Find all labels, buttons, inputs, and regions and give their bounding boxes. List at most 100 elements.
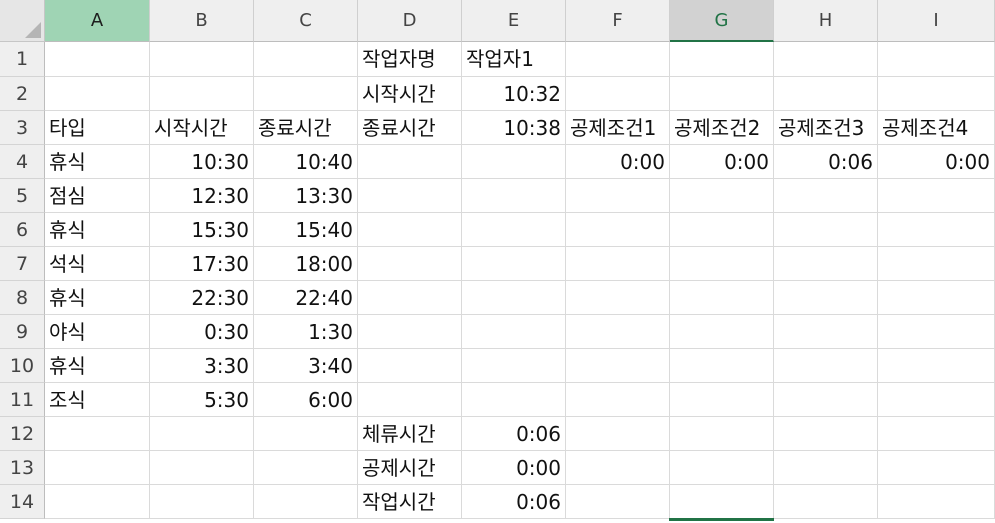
cell-e5[interactable] bbox=[462, 179, 566, 213]
cell-b4[interactable]: 10:30 bbox=[150, 145, 254, 179]
row-header-5[interactable]: 5 bbox=[0, 179, 45, 213]
cell-f8[interactable] bbox=[566, 281, 670, 315]
cell-h12[interactable] bbox=[774, 417, 878, 451]
cell-g6[interactable] bbox=[670, 213, 774, 247]
cell-d14[interactable]: 작업시간 bbox=[358, 485, 462, 519]
cell-a10[interactable]: 휴식 bbox=[45, 349, 150, 383]
cell-a4[interactable]: 휴식 bbox=[45, 145, 150, 179]
cell-a7[interactable]: 석식 bbox=[45, 247, 150, 281]
cell-i12[interactable] bbox=[878, 417, 995, 451]
cell-f5[interactable] bbox=[566, 179, 670, 213]
cell-c4[interactable]: 10:40 bbox=[254, 145, 358, 179]
cell-i2[interactable] bbox=[878, 77, 995, 111]
cell-i10[interactable] bbox=[878, 349, 995, 383]
cell-b9[interactable]: 0:30 bbox=[150, 315, 254, 349]
cell-g5[interactable] bbox=[670, 179, 774, 213]
cell-c14[interactable] bbox=[254, 485, 358, 519]
cell-i11[interactable] bbox=[878, 383, 995, 417]
cell-e7[interactable] bbox=[462, 247, 566, 281]
cell-c3[interactable]: 종료시간 bbox=[254, 111, 358, 145]
cell-e13[interactable]: 0:00 bbox=[462, 451, 566, 485]
row-header-9[interactable]: 9 bbox=[0, 315, 45, 349]
cell-c5[interactable]: 13:30 bbox=[254, 179, 358, 213]
cell-a11[interactable]: 조식 bbox=[45, 383, 150, 417]
cell-b14[interactable] bbox=[150, 485, 254, 519]
cell-b7[interactable]: 17:30 bbox=[150, 247, 254, 281]
cell-c9[interactable]: 1:30 bbox=[254, 315, 358, 349]
cell-h8[interactable] bbox=[774, 281, 878, 315]
cell-d5[interactable] bbox=[358, 179, 462, 213]
column-header-g[interactable]: G bbox=[670, 0, 774, 42]
cell-f12[interactable] bbox=[566, 417, 670, 451]
cell-d1[interactable]: 작업자명 bbox=[358, 42, 462, 77]
cell-g14[interactable] bbox=[670, 485, 774, 519]
cell-e10[interactable] bbox=[462, 349, 566, 383]
cell-c1[interactable] bbox=[254, 42, 358, 77]
row-header-3[interactable]: 3 bbox=[0, 111, 45, 145]
cell-e4[interactable] bbox=[462, 145, 566, 179]
cell-e11[interactable] bbox=[462, 383, 566, 417]
cell-b13[interactable] bbox=[150, 451, 254, 485]
cell-b5[interactable]: 12:30 bbox=[150, 179, 254, 213]
cell-f6[interactable] bbox=[566, 213, 670, 247]
cell-a12[interactable] bbox=[45, 417, 150, 451]
cell-i13[interactable] bbox=[878, 451, 995, 485]
cell-c11[interactable]: 6:00 bbox=[254, 383, 358, 417]
row-header-6[interactable]: 6 bbox=[0, 213, 45, 247]
cell-h10[interactable] bbox=[774, 349, 878, 383]
cell-b2[interactable] bbox=[150, 77, 254, 111]
cell-a5[interactable]: 점심 bbox=[45, 179, 150, 213]
column-header-i[interactable]: I bbox=[878, 0, 995, 42]
cell-e2[interactable]: 10:32 bbox=[462, 77, 566, 111]
cell-b1[interactable] bbox=[150, 42, 254, 77]
row-header-13[interactable]: 13 bbox=[0, 451, 45, 485]
cell-e1[interactable]: 작업자1 bbox=[462, 42, 566, 77]
cell-h13[interactable] bbox=[774, 451, 878, 485]
cell-e8[interactable] bbox=[462, 281, 566, 315]
cell-b6[interactable]: 15:30 bbox=[150, 213, 254, 247]
cell-e9[interactable] bbox=[462, 315, 566, 349]
row-header-14[interactable]: 14 bbox=[0, 485, 45, 519]
cell-b12[interactable] bbox=[150, 417, 254, 451]
cell-c8[interactable]: 22:40 bbox=[254, 281, 358, 315]
cell-i3[interactable]: 공제조건4 bbox=[878, 111, 995, 145]
cell-d11[interactable] bbox=[358, 383, 462, 417]
row-header-10[interactable]: 10 bbox=[0, 349, 45, 383]
cell-g2[interactable] bbox=[670, 77, 774, 111]
cell-h1[interactable] bbox=[774, 42, 878, 77]
cell-d10[interactable] bbox=[358, 349, 462, 383]
cell-g12[interactable] bbox=[670, 417, 774, 451]
cell-b11[interactable]: 5:30 bbox=[150, 383, 254, 417]
cell-i8[interactable] bbox=[878, 281, 995, 315]
row-header-4[interactable]: 4 bbox=[0, 145, 45, 179]
cell-f4[interactable]: 0:00 bbox=[566, 145, 670, 179]
cell-h3[interactable]: 공제조건3 bbox=[774, 111, 878, 145]
cell-a9[interactable]: 야식 bbox=[45, 315, 150, 349]
column-header-e[interactable]: E bbox=[462, 0, 566, 42]
cell-g8[interactable] bbox=[670, 281, 774, 315]
cell-i1[interactable] bbox=[878, 42, 995, 77]
cell-a1[interactable] bbox=[45, 42, 150, 77]
row-header-7[interactable]: 7 bbox=[0, 247, 45, 281]
row-header-1[interactable]: 1 bbox=[0, 42, 45, 77]
cell-a13[interactable] bbox=[45, 451, 150, 485]
cell-h4[interactable]: 0:06 bbox=[774, 145, 878, 179]
cell-d4[interactable] bbox=[358, 145, 462, 179]
cell-e14[interactable]: 0:06 bbox=[462, 485, 566, 519]
column-header-a[interactable]: A bbox=[45, 0, 150, 42]
column-header-h[interactable]: H bbox=[774, 0, 878, 42]
cell-i6[interactable] bbox=[878, 213, 995, 247]
cell-f7[interactable] bbox=[566, 247, 670, 281]
cell-f2[interactable] bbox=[566, 77, 670, 111]
cell-g3[interactable]: 공제조건2 bbox=[670, 111, 774, 145]
cell-g10[interactable] bbox=[670, 349, 774, 383]
cell-d13[interactable]: 공제시간 bbox=[358, 451, 462, 485]
cell-c6[interactable]: 15:40 bbox=[254, 213, 358, 247]
cell-h2[interactable] bbox=[774, 77, 878, 111]
cell-h7[interactable] bbox=[774, 247, 878, 281]
column-header-c[interactable]: C bbox=[254, 0, 358, 42]
cell-i7[interactable] bbox=[878, 247, 995, 281]
cell-h5[interactable] bbox=[774, 179, 878, 213]
cell-b3[interactable]: 시작시간 bbox=[150, 111, 254, 145]
cell-i5[interactable] bbox=[878, 179, 995, 213]
